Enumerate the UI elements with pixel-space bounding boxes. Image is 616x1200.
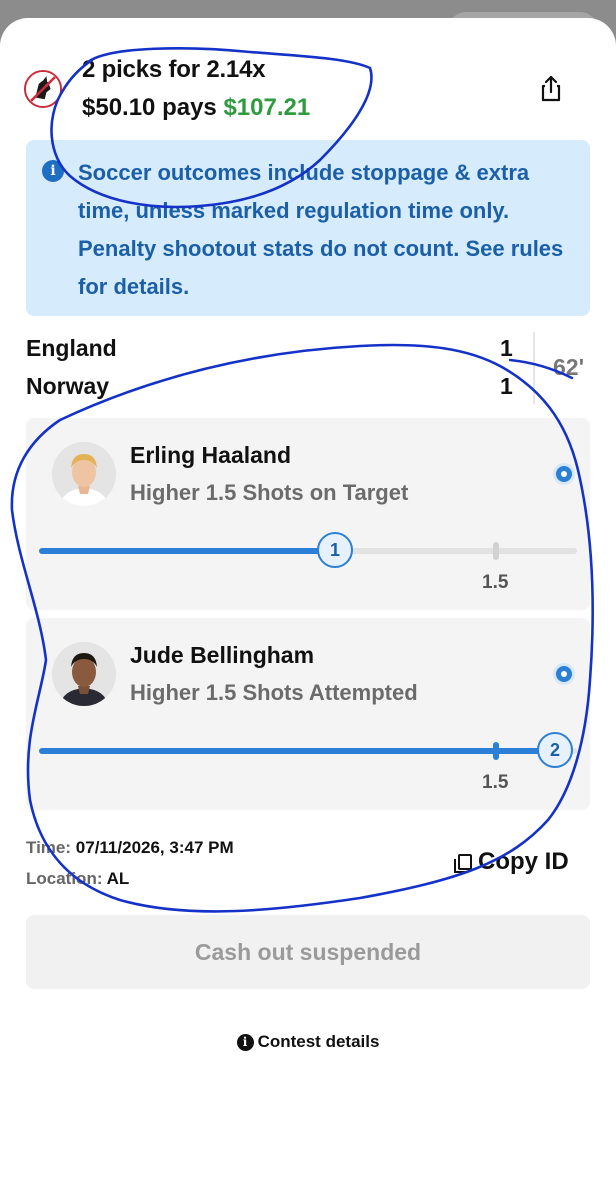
live-indicator [553,663,575,685]
line-value-label: 1.5 [482,572,509,593]
line-value-label: 1.5 [482,772,509,793]
entry-time: Time: 07/11/2026, 3:47 PM [26,838,234,858]
banner-message[interactable]: Soccer outcomes include stoppage & extra… [78,154,583,306]
current-stat-badge: 2 [537,732,573,768]
match-clock: 62' [553,354,585,380]
payout-amount: $107.21 [223,94,311,121]
time-label: Time: [26,838,72,857]
share-icon [541,75,561,102]
away-team-score: 1 [500,373,513,399]
live-indicator [553,463,575,485]
home-team-name: England [26,335,117,361]
progress-track: 2 [39,732,577,768]
time-value: 07/11/2026, 3:47 PM [75,838,234,857]
scoreboard-divider [533,332,535,404]
contest-details-link[interactable]: i Contest details [0,1032,616,1052]
player-avatar [52,642,116,706]
location-label: Location: [26,869,103,888]
away-team-name: Norway [26,373,110,399]
player-avatar [52,442,116,506]
line-marker [493,742,499,760]
copy-id-label: Copy ID [478,848,569,875]
home-team-score: 1 [500,335,513,361]
pick-description: Higher 1.5 Shots on Target [130,480,409,505]
entry-location: Location: AL [26,869,129,889]
entry-amount: $50.10 pays [82,94,217,121]
player-name: Erling Haaland [130,442,292,468]
info-icon: i [236,1034,254,1051]
location-value: AL [106,869,130,888]
app-logo-icon [24,70,62,108]
pick-card[interactable]: Jude Bellingham Higher 1.5 Shots Attempt… [26,618,590,810]
line-marker [493,542,499,560]
player-name: Jude Bellingham [130,642,315,668]
progress-fill [39,548,335,554]
pick-description: Higher 1.5 Shots Attempted [130,680,418,705]
entry-title: 2 picks for 2.14x [82,56,266,83]
copy-icon [454,854,472,873]
pick-card[interactable]: Erling Haaland Higher 1.5 Shots on Targe… [26,418,590,610]
entry-payout: $50.10 pays $107.21 [82,94,310,122]
contest-details-label: Contest details [257,1032,380,1051]
info-icon: i [42,160,64,182]
current-stat-badge: 1 [317,532,353,568]
rules-banner: i Soccer outcomes include stoppage & ext… [26,140,590,316]
copy-id-button[interactable]: Copy ID [454,848,569,876]
cash-out-button[interactable]: Cash out suspended [26,915,590,989]
share-button[interactable] [536,74,566,104]
progress-fill [39,748,555,754]
progress-track: 1 [39,532,577,568]
